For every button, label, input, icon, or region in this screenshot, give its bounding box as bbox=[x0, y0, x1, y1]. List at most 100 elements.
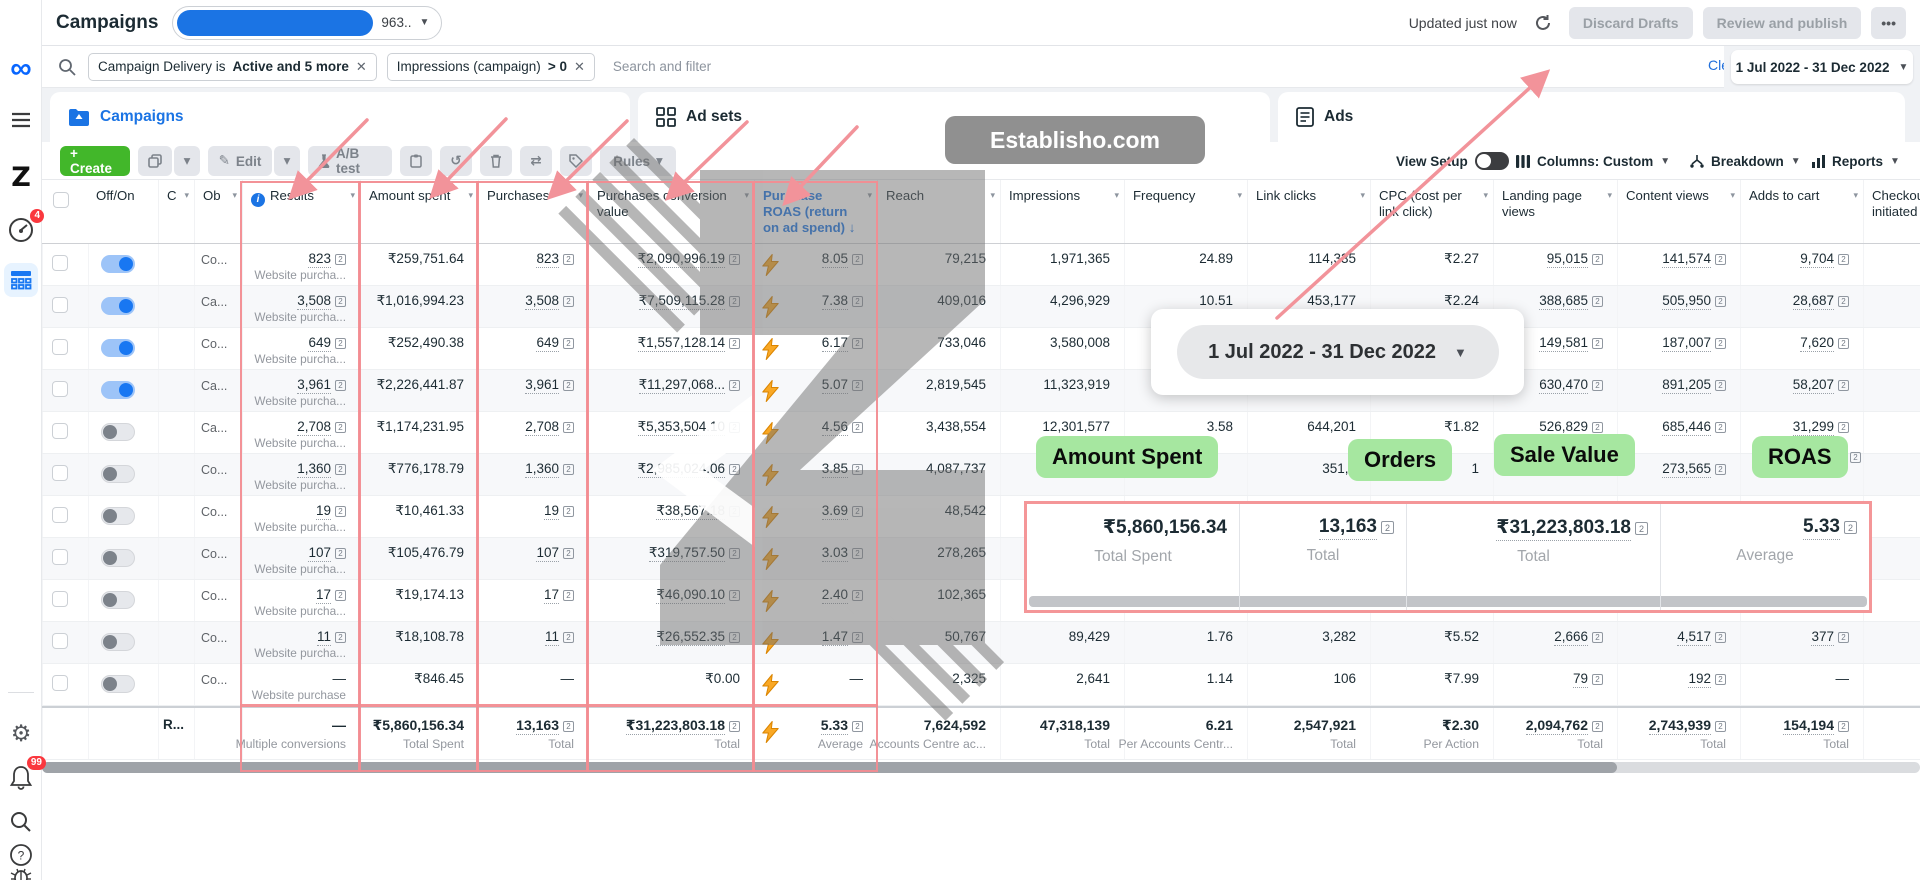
search-icon[interactable] bbox=[0, 806, 42, 838]
attribution-icon: 2 bbox=[1838, 632, 1849, 643]
row-toggle[interactable] bbox=[88, 244, 158, 285]
row-checkbox[interactable] bbox=[42, 538, 88, 579]
close-icon[interactable]: ✕ bbox=[574, 59, 585, 75]
row-toggle[interactable] bbox=[88, 370, 158, 411]
row-toggle[interactable] bbox=[88, 538, 158, 579]
search-filter-placeholder[interactable]: Search and filter bbox=[613, 59, 711, 74]
attribution-icon: 2 bbox=[1592, 721, 1603, 732]
delete-button[interactable] bbox=[480, 146, 512, 176]
col-header-objective[interactable]: Ob▾ bbox=[194, 180, 242, 243]
col-header-off-on[interactable]: Off/On bbox=[88, 180, 158, 243]
menu-icon[interactable] bbox=[0, 106, 42, 134]
duplicate-caret-button[interactable]: ▾ bbox=[174, 146, 200, 176]
create-button[interactable]: + Create bbox=[60, 146, 130, 176]
more-options-button[interactable]: ••• bbox=[1871, 7, 1906, 39]
account-selector[interactable]: 963.. ▼ bbox=[172, 6, 442, 40]
edit-button[interactable]: ✎Edit bbox=[208, 146, 272, 176]
pin-button[interactable] bbox=[400, 146, 432, 176]
label-orders: Orders bbox=[1348, 439, 1452, 481]
row-checkbox[interactable] bbox=[42, 496, 88, 537]
row-checkbox[interactable] bbox=[42, 412, 88, 453]
review-publish-button[interactable]: Review and publish bbox=[1703, 7, 1862, 39]
row-toggle[interactable] bbox=[88, 412, 158, 453]
cell-checkout bbox=[1863, 244, 1920, 285]
col-header-impressions[interactable]: Impressions▾ bbox=[1000, 180, 1124, 243]
col-header-adds-to-cart[interactable]: Adds to cart▾ bbox=[1740, 180, 1863, 243]
row-toggle[interactable] bbox=[88, 580, 158, 621]
row-checkbox[interactable] bbox=[42, 580, 88, 621]
refresh-icon[interactable] bbox=[1527, 8, 1559, 38]
cell-checkout bbox=[1863, 454, 1920, 495]
col-header-link-clicks[interactable]: Link clicks▾ bbox=[1247, 180, 1370, 243]
filter-chip-impressions[interactable]: Impressions (campaign)> 0 ✕ bbox=[387, 53, 595, 81]
col-header-checkout-initiated[interactable]: Checkout initiated bbox=[1863, 180, 1920, 243]
col-header-label: Off/On bbox=[96, 188, 135, 203]
undo-icon[interactable]: ↺ bbox=[440, 146, 472, 176]
export-button[interactable]: ⇄ bbox=[520, 146, 552, 176]
col-header-reach[interactable]: Reach▾ bbox=[877, 180, 1000, 243]
date-callout-pill[interactable]: 1 Jul 2022 - 31 Dec 2022 ▼ bbox=[1177, 325, 1499, 379]
row-checkbox[interactable] bbox=[42, 328, 88, 369]
ab-test-button[interactable]: A/B test bbox=[308, 146, 392, 176]
notifications-bell-icon[interactable]: 99 bbox=[0, 758, 42, 798]
row-checkbox[interactable] bbox=[42, 664, 88, 705]
meta-logo-icon[interactable]: ∞ bbox=[0, 52, 42, 86]
row-toggle[interactable] bbox=[88, 286, 158, 327]
col-header-cpc-cost-per-link-click[interactable]: CPC (cost per link click)▾ bbox=[1370, 180, 1493, 243]
toggle-off-icon bbox=[101, 507, 135, 525]
cell-value: ₹2.27 bbox=[1444, 251, 1479, 266]
date-range-selector[interactable]: 1 Jul 2022 - 31 Dec 2022 ▼ bbox=[1731, 50, 1913, 84]
campaigns-grid-icon[interactable] bbox=[0, 262, 42, 298]
speedometer-icon[interactable]: 4 bbox=[0, 213, 42, 247]
columns-icon bbox=[1516, 155, 1530, 168]
edit-caret-button[interactable]: ▾ bbox=[274, 146, 300, 176]
col-header-campaign[interactable]: C▾ bbox=[158, 180, 194, 243]
row-checkbox[interactable] bbox=[42, 244, 88, 285]
row-toggle[interactable] bbox=[88, 622, 158, 663]
row-checkbox[interactable] bbox=[42, 454, 88, 495]
col-header-frequency[interactable]: Frequency▾ bbox=[1124, 180, 1247, 243]
view-setup-toggle[interactable]: View Setup bbox=[1396, 146, 1509, 176]
highlight-box-roas bbox=[752, 181, 878, 772]
brand-z-icon[interactable]: Z bbox=[0, 158, 42, 196]
col-header-landing-page-views[interactable]: Landing page views▾ bbox=[1493, 180, 1617, 243]
reports-button[interactable]: Reports▼ bbox=[1812, 146, 1900, 176]
duplicate-button[interactable] bbox=[138, 146, 172, 176]
filter-chip-delivery[interactable]: Campaign Delivery isActive and 5 more ✕ bbox=[88, 53, 377, 81]
row-checkbox[interactable] bbox=[42, 370, 88, 411]
cell-checkout bbox=[1863, 664, 1920, 705]
settings-gear-icon[interactable]: ⚙ bbox=[0, 716, 42, 750]
row-checkbox[interactable] bbox=[42, 286, 88, 327]
col-header-label: Adds to cart bbox=[1749, 188, 1819, 203]
attribution-icon: 2 bbox=[1635, 522, 1648, 535]
cell-value: 79,215 bbox=[945, 251, 986, 266]
close-icon[interactable]: ✕ bbox=[356, 59, 367, 75]
tab-ads[interactable]: Ads bbox=[1278, 92, 1905, 142]
select-all-checkbox[interactable] bbox=[42, 180, 88, 243]
bug-icon[interactable] bbox=[0, 866, 42, 880]
row-toggle[interactable] bbox=[88, 496, 158, 537]
row-toggle[interactable] bbox=[88, 664, 158, 705]
checkbox-icon bbox=[52, 465, 68, 481]
attribution-icon: 2 bbox=[1592, 296, 1603, 307]
rules-button[interactable]: Rules▾ bbox=[600, 146, 676, 176]
attribution-icon: 2 bbox=[1381, 521, 1394, 534]
cell-value: 114,335 bbox=[1308, 251, 1356, 266]
col-header-content-views[interactable]: Content views▾ bbox=[1617, 180, 1740, 243]
toggle-off-icon bbox=[101, 591, 135, 609]
cell: 1,971,365 bbox=[1000, 244, 1124, 285]
cell-value: 4,296,929 bbox=[1050, 293, 1110, 308]
summary-label: Total bbox=[1407, 548, 1660, 566]
columns-button[interactable]: Columns: Custom▼ bbox=[1516, 146, 1670, 176]
row-toggle[interactable] bbox=[88, 454, 158, 495]
tag-icon[interactable] bbox=[560, 146, 592, 176]
cell-value: 154,194 bbox=[1783, 717, 1834, 735]
row-checkbox[interactable] bbox=[42, 622, 88, 663]
highlight-box-conversion-value bbox=[586, 181, 755, 772]
discard-drafts-button[interactable]: Discard Drafts bbox=[1569, 7, 1693, 39]
row-toggle[interactable] bbox=[88, 328, 158, 369]
attribution-icon: 2 bbox=[1715, 721, 1726, 732]
cell: 505,9502 bbox=[1617, 286, 1740, 327]
tab-campaigns[interactable]: Campaigns bbox=[50, 92, 630, 142]
breakdown-button[interactable]: Breakdown▼ bbox=[1690, 146, 1801, 176]
